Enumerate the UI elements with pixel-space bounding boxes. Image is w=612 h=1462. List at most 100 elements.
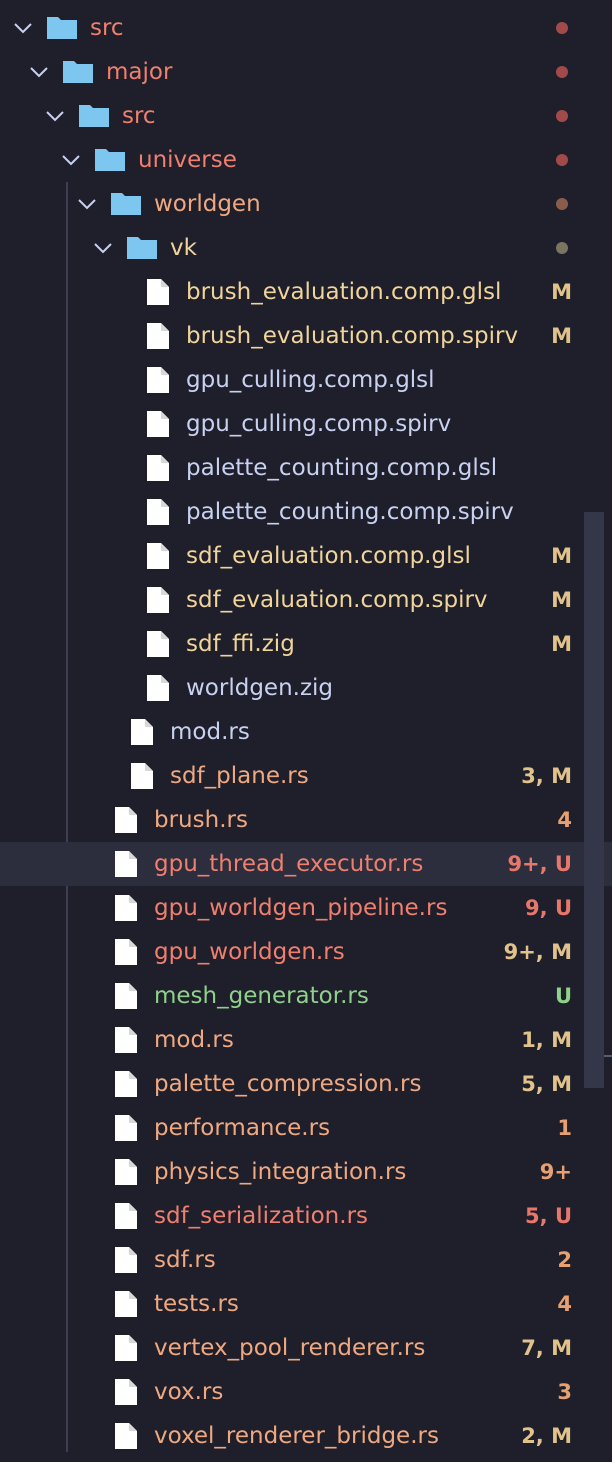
- file-icon: [114, 1290, 138, 1324]
- file-row[interactable]: gpu_worldgen.rs 9+, M: [0, 930, 612, 974]
- chevron-down-icon: [46, 111, 64, 122]
- file-icon: [130, 718, 154, 752]
- file-icon: [114, 1070, 138, 1104]
- file-row[interactable]: gpu_worldgen_pipeline.rs 9, U: [0, 886, 612, 930]
- file-row[interactable]: gpu_culling.comp.spirv: [0, 402, 612, 446]
- folder-icon: [63, 61, 93, 83]
- folder-row-src-inner[interactable]: src: [0, 94, 612, 138]
- file-label: gpu_worldgen.rs: [154, 939, 345, 965]
- file-label: palette_counting.comp.spirv: [186, 499, 514, 525]
- chevron-down-icon: [30, 67, 48, 78]
- file-row[interactable]: brush.rs 4: [0, 798, 612, 842]
- file-row[interactable]: sdf.rs 2: [0, 1238, 612, 1282]
- file-label: mesh_generator.rs: [154, 983, 369, 1009]
- scrollbar-thumb[interactable]: [584, 512, 604, 1088]
- file-label: palette_counting.comp.glsl: [186, 455, 498, 481]
- file-label: gpu_thread_executor.rs: [154, 851, 424, 877]
- git-status-badge: 9+, U: [507, 852, 572, 876]
- file-row[interactable]: vox.rs 3: [0, 1370, 612, 1414]
- folder-row-universe[interactable]: universe: [0, 138, 612, 182]
- file-row[interactable]: brush_evaluation.comp.spirv M: [0, 314, 612, 358]
- folder-label: src: [122, 103, 156, 129]
- file-label: mod.rs: [170, 719, 250, 745]
- file-label: gpu_culling.comp.glsl: [186, 367, 435, 393]
- file-row[interactable]: performance.rs 1: [0, 1106, 612, 1150]
- status-dot: [556, 22, 568, 34]
- file-label: worldgen.zig: [186, 675, 334, 701]
- file-row[interactable]: worldgen.zig: [0, 666, 612, 710]
- status-dot: [556, 242, 568, 254]
- file-row[interactable]: sdf_serialization.rs 5, U: [0, 1194, 612, 1238]
- folder-label: src: [90, 15, 124, 41]
- file-row[interactable]: physics_integration.rs 9+: [0, 1150, 612, 1194]
- chevron-down-icon: [78, 199, 96, 210]
- file-icon: [114, 938, 138, 972]
- file-label: sdf_evaluation.comp.glsl: [186, 543, 471, 569]
- file-row[interactable]: palette_counting.comp.spirv: [0, 490, 612, 534]
- git-status-badge: M: [551, 544, 572, 568]
- folder-icon: [111, 193, 141, 215]
- file-icon: [114, 850, 138, 884]
- chevron-down-icon: [14, 23, 32, 34]
- file-row[interactable]: mod.rs 1, M: [0, 1018, 612, 1062]
- file-label: vox.rs: [154, 1379, 224, 1405]
- file-icon: [114, 1202, 138, 1236]
- file-icon: [114, 1334, 138, 1368]
- git-status-badge: U: [554, 984, 572, 1008]
- git-status-badge: M: [551, 632, 572, 656]
- folder-icon: [95, 149, 125, 171]
- file-label: sdf_ffi.zig: [186, 631, 295, 657]
- folder-icon: [127, 237, 157, 259]
- file-icon: [146, 322, 170, 356]
- file-icon: [114, 1422, 138, 1456]
- file-icon: [114, 1114, 138, 1148]
- folder-icon: [47, 17, 77, 39]
- file-row[interactable]: sdf_evaluation.comp.glsl M: [0, 534, 612, 578]
- git-status-badge: M: [551, 588, 572, 612]
- git-status-badge: 7, M: [521, 1336, 572, 1360]
- file-label: vertex_pool_renderer.rs: [154, 1335, 426, 1361]
- file-label: palette_compression.rs: [154, 1071, 422, 1097]
- file-label: brush_evaluation.comp.glsl: [186, 279, 502, 305]
- git-status-badge: 4: [557, 1292, 572, 1316]
- file-label: sdf_serialization.rs: [154, 1203, 369, 1229]
- file-label: mod.rs: [154, 1027, 234, 1053]
- file-row[interactable]: palette_counting.comp.glsl: [0, 446, 612, 490]
- file-row[interactable]: sdf_plane.rs 3, M: [0, 754, 612, 798]
- folder-row-vk[interactable]: vk: [0, 226, 612, 270]
- folder-icon: [79, 105, 109, 127]
- folder-label: major: [106, 59, 173, 85]
- file-row[interactable]: palette_compression.rs 5, M: [0, 1062, 612, 1106]
- file-icon: [114, 1026, 138, 1060]
- file-row[interactable]: gpu_thread_executor.rs 9+, U: [0, 842, 612, 886]
- git-status-badge: 9+: [539, 1160, 572, 1184]
- file-label: gpu_worldgen_pipeline.rs: [154, 895, 448, 921]
- file-row[interactable]: voxel_renderer_bridge.rs 2, M: [0, 1414, 612, 1458]
- file-row[interactable]: mesh_generator.rs U: [0, 974, 612, 1018]
- file-row[interactable]: mod.rs: [0, 710, 612, 754]
- scrollbar-marker: [604, 1055, 612, 1057]
- file-icon: [114, 806, 138, 840]
- git-status-badge: M: [551, 280, 572, 304]
- file-label: sdf_plane.rs: [170, 763, 309, 789]
- file-label: performance.rs: [154, 1115, 331, 1141]
- file-row[interactable]: tests.rs 4: [0, 1282, 612, 1326]
- git-status-badge: 5, M: [521, 1072, 572, 1096]
- folder-row-worldgen[interactable]: worldgen: [0, 182, 612, 226]
- folder-row-major[interactable]: major: [0, 50, 612, 94]
- file-icon: [146, 542, 170, 576]
- file-row[interactable]: sdf_evaluation.comp.spirv M: [0, 578, 612, 622]
- file-label: brush_evaluation.comp.spirv: [186, 323, 519, 349]
- file-row[interactable]: gpu_culling.comp.glsl: [0, 358, 612, 402]
- git-status-badge: 9+, M: [503, 940, 572, 964]
- file-label: physics_integration.rs: [154, 1159, 407, 1185]
- git-status-badge: 9, U: [525, 896, 572, 920]
- folder-row-src[interactable]: src: [0, 6, 612, 50]
- file-row[interactable]: vertex_pool_renderer.rs 7, M: [0, 1326, 612, 1370]
- file-icon: [114, 894, 138, 928]
- file-icon: [146, 498, 170, 532]
- file-row[interactable]: brush_evaluation.comp.glsl M: [0, 270, 612, 314]
- file-row[interactable]: sdf_ffi.zig M: [0, 622, 612, 666]
- git-status-badge: 2: [557, 1248, 572, 1272]
- file-icon: [146, 278, 170, 312]
